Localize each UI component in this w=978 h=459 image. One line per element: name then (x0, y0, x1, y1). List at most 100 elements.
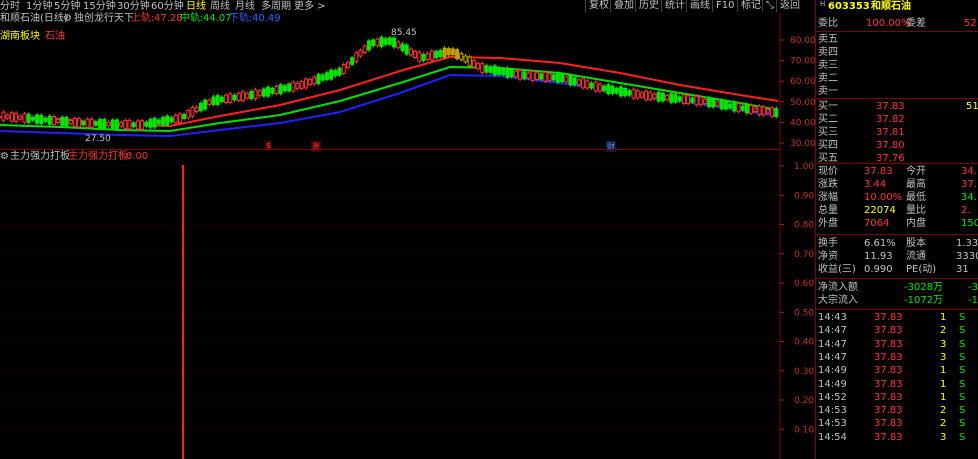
price-axis-label: 50.00 (790, 98, 816, 108)
candle-body (85, 118, 90, 128)
candle-body (186, 109, 191, 119)
candle-body (47, 115, 52, 125)
quote-stat-row[interactable]: 总量 22074 量比 2. (816, 204, 978, 217)
buy-level-row[interactable]: 买一 37.83 51 (816, 100, 978, 113)
candle-body (526, 72, 531, 79)
period-30min[interactable]: 30分钟 (117, 0, 150, 13)
quote-stat-row[interactable]: 现价 37.83 今开 34. (816, 165, 978, 178)
quote-stat-row[interactable]: 净资 11.93 流通 3330 (816, 250, 978, 263)
buy-level-row[interactable]: 买三 37.81 (816, 126, 978, 139)
candle-body (127, 119, 132, 130)
period-monthly[interactable]: 月线 (235, 0, 255, 13)
mark-button[interactable]: 标记 (737, 0, 764, 12)
stats-button[interactable]: 统计 (661, 0, 688, 12)
tick-price: 37.83 (874, 351, 903, 363)
period-60min[interactable]: 60分钟 (151, 0, 184, 13)
stat-value: 7064 (864, 218, 890, 229)
period-toolbar: 分时 1分钟 5分钟 15分钟 30分钟 60分钟 日线 周线 月线 多周期 更… (0, 0, 815, 13)
quote-stat-row[interactable]: 换手 6.61% 股本 1.33 (816, 237, 978, 250)
stat-label: 股本 (906, 238, 926, 249)
flow-value-2: -1 (968, 295, 978, 306)
tick-price: 37.83 (874, 325, 903, 337)
tick-price: 37.83 (874, 365, 903, 377)
sell-level-row[interactable]: 卖五 (816, 33, 978, 46)
draw-button[interactable]: 画线 (686, 0, 713, 12)
period-weekly[interactable]: 周线 (210, 0, 230, 13)
flow-row[interactable]: 大宗流入 -1072万 -1 (816, 294, 978, 307)
candle-body (715, 101, 720, 107)
tick-row[interactable]: 14:54 37.83 3 S (816, 431, 978, 444)
tick-row[interactable]: 14:49 37.83 1 S (816, 364, 978, 377)
indicator-chart[interactable]: 1.00 0.90 0.80 0.70 0.60 0.50 0.40 0.30 0.20 0.10 (0, 150, 816, 459)
overlay-button[interactable]: 叠加 (610, 0, 637, 12)
period-15min[interactable]: 15分钟 (83, 0, 116, 13)
candle-body (392, 37, 397, 48)
candle-body (207, 99, 212, 105)
f10-button[interactable]: F10 (712, 0, 737, 12)
candle-body (224, 94, 229, 103)
stat-label: 内盘 (906, 218, 926, 229)
candle-body (253, 89, 258, 100)
quote-panel: 委比 100.00% 委差 52 卖五 卖四 卖三 卖二 卖一 买一 37.83 51 买二 3… (816, 13, 978, 459)
period-5min[interactable]: 5分钟 (54, 0, 80, 13)
candle-body (753, 107, 758, 113)
candle-body (765, 109, 770, 114)
candle-body (513, 70, 518, 78)
candle-body (194, 106, 199, 113)
period-1min[interactable]: 1分钟 (26, 0, 52, 13)
sell-level-row[interactable]: 卖一 (816, 85, 978, 98)
tick-volume: 1 (940, 365, 947, 377)
sell-level-row[interactable]: 卖四 (816, 46, 978, 59)
stat-value: 2. (961, 205, 971, 216)
candle-body (589, 82, 594, 89)
tick-row[interactable]: 14:47 37.83 3 S (816, 338, 978, 351)
tick-side: S (959, 325, 966, 337)
tick-row[interactable]: 14:47 37.83 3 S (816, 351, 978, 364)
tick-row[interactable]: 14:52 37.83 1 S (816, 391, 978, 404)
candle-body (249, 90, 254, 100)
candle-body (530, 70, 535, 81)
candle-body (333, 70, 338, 77)
resize-icon[interactable]: ⤡ (762, 0, 777, 12)
tick-row[interactable]: 14:43 37.83 1 S (816, 311, 978, 324)
period-multi[interactable]: 多周期 (261, 0, 291, 13)
quote-stat-row[interactable]: 涨幅 10.00% 最低 34. (816, 191, 978, 204)
candle-body (282, 85, 287, 92)
flow-row[interactable]: 净流入额 -3028万 -3 (816, 281, 978, 294)
candle-body (354, 52, 359, 63)
sell-level-row[interactable]: 卖三 (816, 59, 978, 72)
quote-stat-row[interactable]: 涨跌 3.44 最高 37. (816, 178, 978, 191)
quote-stat-row[interactable]: 收益(三) 0.990 PE(动) 31 (816, 263, 978, 276)
quote-stat-row[interactable]: 外盘 7064 内盘 150 (816, 217, 978, 230)
candle-body (757, 105, 762, 116)
history-button[interactable]: 历史 (635, 0, 662, 12)
candle-body (564, 76, 569, 83)
back-button[interactable]: 返回 (776, 0, 803, 12)
fuquan-button[interactable]: 复权 (585, 0, 612, 12)
tick-row[interactable]: 14:47 37.83 2 S (816, 324, 978, 337)
sell-level-row[interactable]: 卖二 (816, 72, 978, 85)
buy-level-price: 37.80 (876, 140, 905, 151)
candle-body (89, 118, 94, 129)
tick-row[interactable]: 14:49 37.83 1 S (816, 378, 978, 391)
candle-body (396, 41, 401, 49)
candle-body (371, 39, 376, 47)
tick-volume: 2 (940, 405, 947, 417)
tick-row[interactable]: 14:53 37.83 2 S (816, 404, 978, 417)
candle-body (774, 108, 779, 118)
period-daily[interactable]: 日线 (186, 0, 206, 13)
candle-body (484, 65, 489, 73)
buy-level-row[interactable]: 买二 37.82 (816, 113, 978, 126)
candle-body (119, 121, 124, 127)
period-more[interactable]: 更多 > (294, 0, 326, 13)
buy-level-row[interactable]: 买四 37.80 (816, 139, 978, 152)
tick-volume: 1 (940, 378, 947, 390)
tick-row[interactable]: 14:53 37.83 2 S (816, 417, 978, 430)
candle-body (60, 116, 65, 126)
candle-body (240, 91, 245, 102)
tick-side: S (959, 405, 966, 417)
candle-body (345, 61, 350, 69)
period-fenshi[interactable]: 分时 (0, 0, 20, 13)
buy-level-volume: 51 (966, 101, 978, 112)
candle-body (522, 71, 527, 80)
